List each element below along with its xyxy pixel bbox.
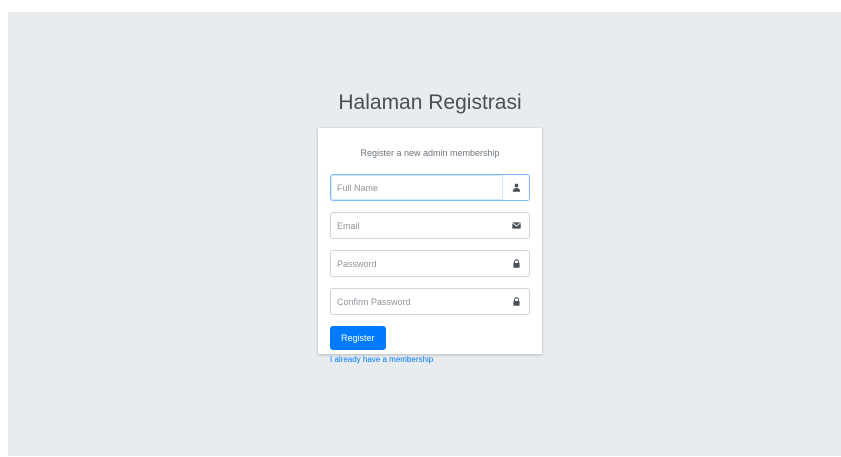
envelope-icon: [511, 221, 521, 230]
full-name-group: [330, 174, 530, 201]
register-button[interactable]: Register: [330, 326, 386, 350]
register-card: Register a new admin membership Full Nam…: [318, 128, 542, 364]
confirm-password-input[interactable]: [330, 288, 503, 315]
password-group: [330, 250, 530, 277]
confirm-password-addon: [503, 288, 530, 315]
lock-icon: [512, 259, 521, 268]
email-addon: [503, 212, 530, 239]
register-box: Halaman Registrasi Register a new admin …: [318, 88, 542, 364]
page-title: Halaman Registrasi: [338, 91, 522, 114]
password-addon: [503, 250, 530, 277]
confirm-password-group: [330, 288, 530, 315]
register-message: Register a new admin membership: [360, 148, 500, 158]
email-group: [330, 212, 530, 239]
lock-icon: [512, 297, 521, 306]
password-input[interactable]: [330, 250, 503, 277]
already-member-link[interactable]: I already have a membership: [330, 355, 530, 364]
email-input[interactable]: [330, 212, 503, 239]
full-name-input[interactable]: [330, 174, 503, 201]
full-name-addon: [503, 174, 530, 201]
register-form: Register: [330, 174, 530, 350]
user-icon: [512, 183, 521, 192]
